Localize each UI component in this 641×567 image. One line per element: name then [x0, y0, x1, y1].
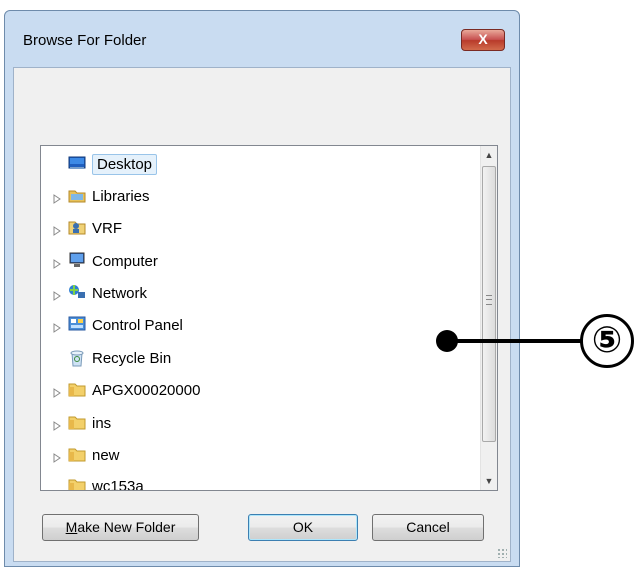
- cancel-button[interactable]: Cancel: [372, 514, 484, 541]
- computer-icon: [68, 252, 86, 270]
- tree-item[interactable]: Libraries: [53, 180, 150, 212]
- folder-icon: [68, 446, 86, 464]
- tree-item-label: APGX00020000: [92, 381, 201, 399]
- close-icon: X: [478, 31, 488, 47]
- desktop-icon: [68, 155, 86, 173]
- expand-arrow-icon[interactable]: [53, 223, 63, 236]
- callout-dot: [436, 330, 458, 352]
- expand-arrow-icon[interactable]: [53, 191, 63, 204]
- callout-number: ⑤: [580, 314, 634, 368]
- tree-item[interactable]: Desktop: [53, 148, 158, 180]
- recycle-bin-icon: [68, 349, 86, 367]
- tree-item-label: VRF: [92, 219, 122, 237]
- window-title: Browse For Folder: [23, 32, 147, 49]
- folder-icon: [68, 477, 86, 490]
- grip-icon: [486, 295, 492, 305]
- scroll-up-button[interactable]: ▲: [481, 146, 497, 164]
- tree-item-label: Libraries: [92, 187, 150, 205]
- tree-item[interactable]: Recycle Bin: [53, 342, 171, 374]
- close-button[interactable]: X: [461, 29, 505, 51]
- folder-icon: [68, 414, 86, 432]
- folder-tree[interactable]: Desktop Libraries VRF Computer Network Contro…: [40, 145, 498, 491]
- tree-item[interactable]: wc153a: [53, 470, 144, 491]
- tree-item[interactable]: Network: [53, 277, 147, 309]
- expand-arrow-icon[interactable]: [53, 385, 63, 398]
- tree-item-label: Computer: [92, 252, 158, 270]
- expand-arrow-icon[interactable]: [53, 256, 63, 269]
- callout-line: [446, 339, 581, 343]
- tree-item[interactable]: VRF: [53, 212, 122, 244]
- tree-item[interactable]: Control Panel: [53, 309, 183, 341]
- control-panel-icon: [68, 316, 86, 334]
- expand-arrow-icon[interactable]: [53, 450, 63, 463]
- tree-item-label: new: [92, 446, 120, 464]
- make-new-folder-button[interactable]: Make New Folder: [42, 514, 199, 541]
- tree-item-label: wc153a: [92, 477, 144, 491]
- tree-scrollbar[interactable]: ▲ ▼: [480, 146, 497, 490]
- cancel-label: Cancel: [406, 519, 450, 535]
- expand-arrow-icon[interactable]: [53, 288, 63, 301]
- expand-arrow-icon[interactable]: [53, 418, 63, 431]
- user-folder-icon: [68, 219, 86, 237]
- tree-item-label: Network: [92, 284, 148, 302]
- folder-icon: [68, 381, 86, 399]
- ok-button[interactable]: OK: [248, 514, 358, 541]
- libraries-icon: [68, 187, 86, 205]
- resize-grip[interactable]: [497, 548, 507, 558]
- tree-item-label: Desktop: [92, 153, 158, 175]
- tree-item[interactable]: ins: [53, 407, 111, 439]
- tree-item[interactable]: new: [53, 439, 120, 471]
- tree-item[interactable]: APGX00020000: [53, 374, 200, 406]
- tree-item-label: ins: [92, 414, 112, 432]
- tree-item-label: Recycle Bin: [92, 349, 172, 367]
- title-bar[interactable]: Browse For Folder X: [5, 11, 519, 67]
- tree-item[interactable]: Computer: [53, 245, 158, 277]
- scroll-thumb[interactable]: [482, 166, 496, 442]
- network-icon: [68, 284, 86, 302]
- ok-label: OK: [292, 519, 314, 535]
- make-new-folder-label: ake New Folder: [77, 519, 176, 535]
- expand-arrow-icon[interactable]: [53, 320, 63, 333]
- scroll-down-button[interactable]: ▼: [481, 472, 497, 490]
- make-new-folder-mnemonic: M: [65, 519, 78, 535]
- tree-item-label: Control Panel: [92, 316, 183, 334]
